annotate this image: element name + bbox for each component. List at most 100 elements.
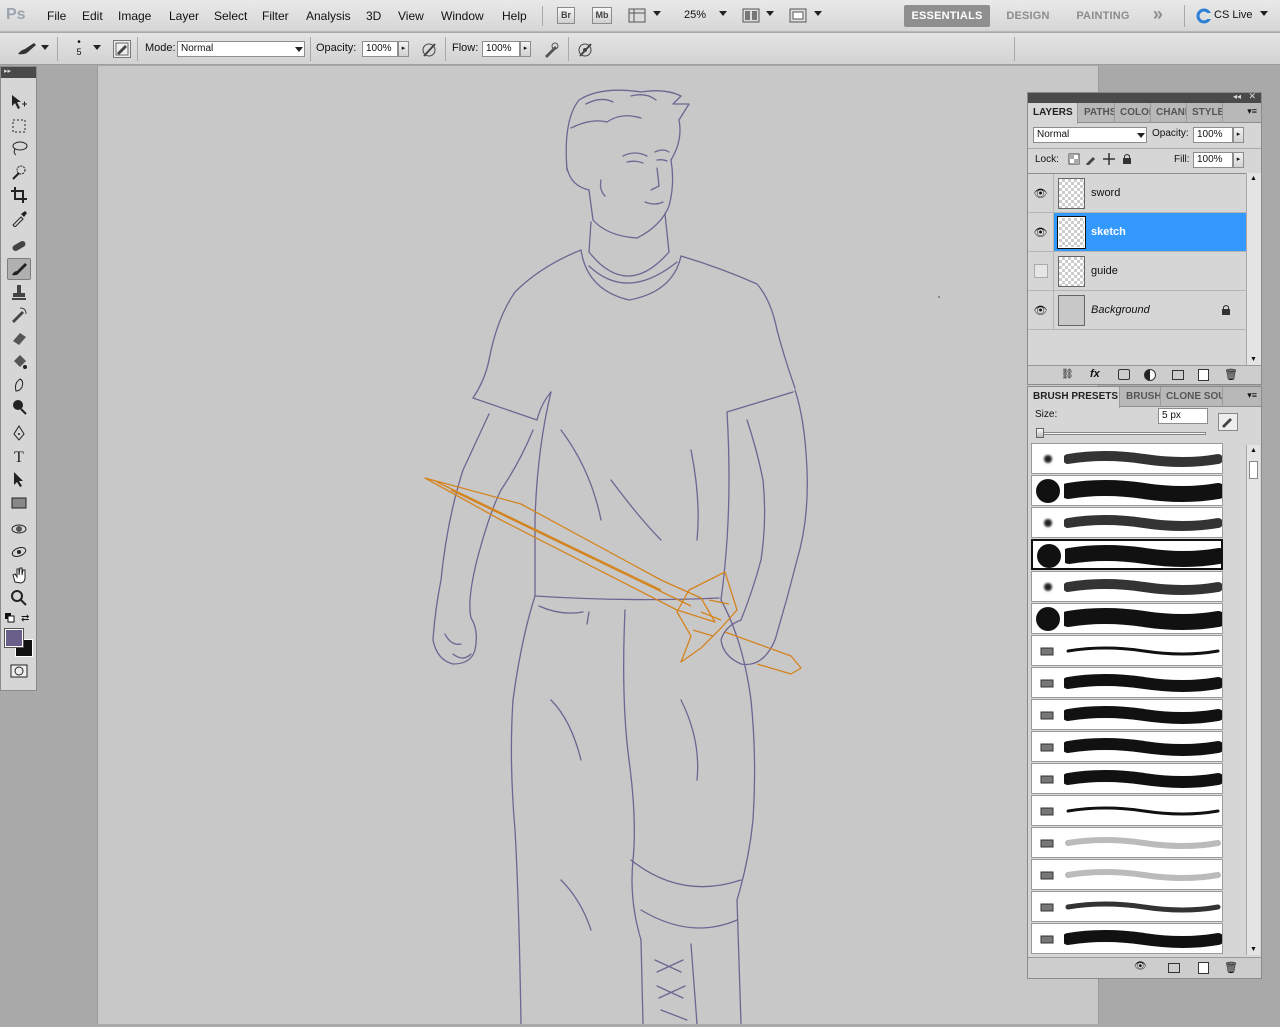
brush-preset-pencil-blunt[interactable] xyxy=(1031,827,1223,858)
bridge-button[interactable]: Br xyxy=(557,7,575,24)
brush-preset-hard-round[interactable] xyxy=(1031,475,1223,506)
chevron-down-icon[interactable] xyxy=(814,11,822,16)
menu-analysis[interactable]: Analysis xyxy=(306,9,351,23)
airbrush-button[interactable] xyxy=(542,41,560,59)
lock-pixels-icon[interactable] xyxy=(1085,153,1097,166)
size-slider-track[interactable] xyxy=(1036,432,1206,435)
blur-tool[interactable] xyxy=(7,373,31,395)
scroll-down-icon[interactable]: ▼ xyxy=(1250,356,1257,363)
brush-preset-bristle-fan[interactable] xyxy=(1031,731,1223,762)
menu-file[interactable]: File xyxy=(47,9,66,23)
tab-paths[interactable]: PATHS xyxy=(1079,103,1115,123)
chevron-down-icon[interactable] xyxy=(41,45,49,50)
layer-row-background[interactable]: Background xyxy=(1054,291,1246,330)
layer-visibility-toggle[interactable]: 👁 xyxy=(1028,174,1054,213)
tab-channels[interactable]: CHANNELS xyxy=(1151,103,1187,123)
brush-panel-toggle[interactable] xyxy=(113,40,131,58)
menu-layer[interactable]: Layer xyxy=(169,9,199,23)
document-canvas[interactable] xyxy=(97,66,1099,1025)
delete-brush-icon[interactable]: 🗑 xyxy=(1224,961,1238,974)
menu-select[interactable]: Select xyxy=(214,9,247,23)
layer-row-sword[interactable]: sword xyxy=(1054,174,1246,213)
size-slider-thumb[interactable] xyxy=(1036,428,1044,438)
chevron-down-icon[interactable] xyxy=(653,11,661,16)
brush-preset-soft-round[interactable] xyxy=(1031,443,1223,474)
zoom-tool[interactable] xyxy=(7,587,31,609)
menu-edit[interactable]: Edit xyxy=(82,9,103,23)
brush-scrollbar[interactable]: ▲ ▼ xyxy=(1246,445,1260,955)
workspace-painting-button[interactable]: PAINTING xyxy=(1068,5,1138,27)
tab-color[interactable]: COLOR xyxy=(1115,103,1151,123)
paint-bucket-tool[interactable] xyxy=(7,351,31,373)
clone-stamp-tool[interactable] xyxy=(7,281,31,303)
lock-position-icon[interactable] xyxy=(1103,153,1115,165)
tablet-opacity-button[interactable] xyxy=(420,41,438,59)
default-colors-icon[interactable] xyxy=(5,613,15,623)
new-brush-icon[interactable] xyxy=(1198,962,1209,974)
tablet-size-button[interactable] xyxy=(576,41,594,59)
tab-brush-presets[interactable]: BRUSH PRESETS xyxy=(1028,387,1120,408)
spot-healing-tool[interactable] xyxy=(7,235,31,257)
quick-selection-tool[interactable] xyxy=(7,161,31,183)
screen-mode-button[interactable] xyxy=(789,7,809,24)
eyedropper-tool[interactable] xyxy=(7,207,31,229)
brush-preset-bristle-flat[interactable] xyxy=(1031,667,1223,698)
brush-preset-hard-round[interactable] xyxy=(1031,603,1223,634)
scroll-up-icon[interactable]: ▲ xyxy=(1250,447,1257,454)
layer-row-sketch[interactable]: sketch xyxy=(1054,213,1246,252)
layer-opacity-slider-button[interactable]: ▸ xyxy=(1233,127,1244,143)
move-tool[interactable] xyxy=(7,91,31,113)
chevron-down-icon[interactable] xyxy=(1260,11,1268,16)
menu-window[interactable]: Window xyxy=(441,9,484,23)
brush-preset-airbrush-pen[interactable] xyxy=(1031,635,1223,666)
mode-select[interactable]: Normal xyxy=(177,41,305,57)
tab-styles[interactable]: STYLES xyxy=(1187,103,1223,123)
menu-3d[interactable]: 3D xyxy=(366,9,381,23)
layer-style-icon[interactable]: fx xyxy=(1090,368,1100,380)
menu-help[interactable]: Help xyxy=(502,9,527,23)
brush-preset-soft-round[interactable] xyxy=(1031,507,1223,538)
more-workspaces-button[interactable]: » xyxy=(1146,3,1170,25)
crop-tool[interactable] xyxy=(7,184,31,206)
marquee-tool[interactable] xyxy=(7,115,31,137)
hand-tool[interactable] xyxy=(7,564,31,586)
layers-scrollbar[interactable]: ▲ ▼ xyxy=(1246,173,1261,365)
layer-visibility-toggle[interactable]: 👁 xyxy=(1028,213,1054,252)
fill-slider-button[interactable]: ▸ xyxy=(1233,152,1244,168)
arrange-documents-button[interactable] xyxy=(742,7,762,24)
type-tool[interactable]: T xyxy=(7,445,31,467)
menu-image[interactable]: Image xyxy=(118,9,151,23)
link-layers-icon[interactable]: ⛓ xyxy=(1061,369,1074,380)
opacity-slider-button[interactable]: ▸ xyxy=(398,41,409,57)
quick-mask-button[interactable] xyxy=(9,664,29,678)
brush-preset-charcoal[interactable] xyxy=(1031,859,1223,890)
chevron-down-icon[interactable] xyxy=(719,11,727,16)
panel-menu-icon[interactable]: ▾≡ xyxy=(1247,106,1257,117)
flow-input[interactable]: 100% xyxy=(482,41,520,57)
scroll-up-icon[interactable]: ▲ xyxy=(1250,175,1257,182)
new-group-icon[interactable] xyxy=(1172,370,1184,380)
eraser-tool[interactable] xyxy=(7,327,31,349)
foreground-color-swatch[interactable] xyxy=(4,628,24,648)
layer-visibility-toggle[interactable]: 👁 xyxy=(1028,291,1054,330)
layer-row-guide[interactable]: guide xyxy=(1054,252,1246,291)
zoom-level[interactable]: 25% xyxy=(684,9,706,21)
brush-preset-crayon[interactable] xyxy=(1031,891,1223,922)
adjustment-layer-icon[interactable] xyxy=(1144,369,1156,381)
tab-layers[interactable]: LAYERS xyxy=(1028,103,1078,124)
delete-layer-icon[interactable]: 🗑 xyxy=(1224,368,1238,381)
lock-all-icon[interactable] xyxy=(1121,153,1133,165)
layer-opacity-input[interactable]: 100% xyxy=(1193,127,1233,143)
lasso-tool[interactable] xyxy=(7,137,31,159)
scroll-thumb[interactable] xyxy=(1249,461,1258,479)
path-selection-tool[interactable] xyxy=(7,468,31,490)
chevron-down-icon[interactable] xyxy=(93,45,101,50)
close-icon[interactable]: ✕ xyxy=(1248,91,1256,102)
cs-live-button[interactable]: CS Live xyxy=(1214,9,1253,21)
layer-visibility-toggle[interactable] xyxy=(1028,252,1054,291)
chevron-down-icon[interactable] xyxy=(766,11,774,16)
new-layer-icon[interactable] xyxy=(1198,369,1209,381)
add-mask-icon[interactable] xyxy=(1118,369,1130,380)
mini-bridge-button[interactable]: Mb xyxy=(592,7,612,24)
menu-filter[interactable]: Filter xyxy=(262,9,289,23)
